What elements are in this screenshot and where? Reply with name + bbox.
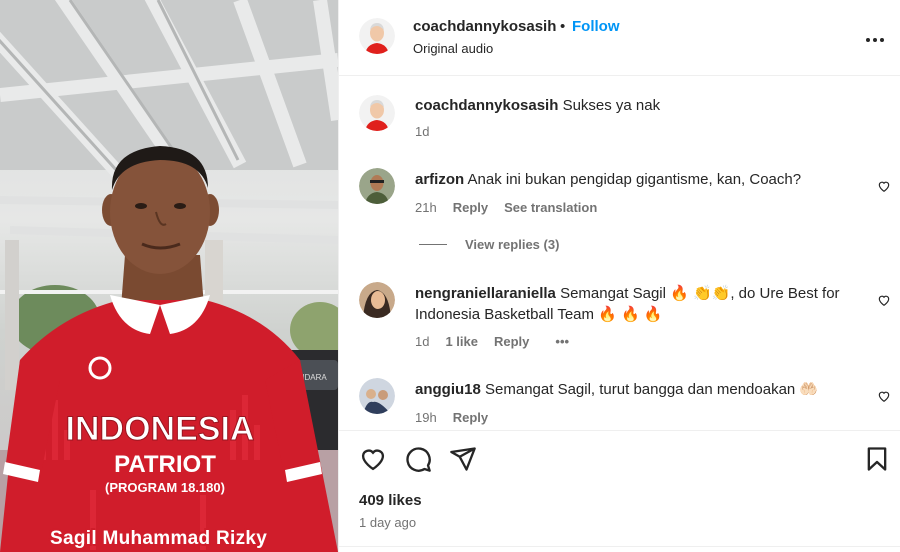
comment-text: arfizon Anak ini bukan pengidap gigantis…: [415, 169, 855, 190]
comment-time[interactable]: 1d: [415, 334, 429, 349]
comment-icon[interactable]: [404, 445, 432, 473]
avatar-image: [359, 168, 395, 204]
bookmark-icon[interactable]: [863, 445, 891, 473]
avatar[interactable]: [359, 168, 395, 204]
divider-line: [419, 244, 447, 245]
follow-button[interactable]: Follow: [572, 18, 620, 35]
comment-time[interactable]: 1d: [415, 124, 429, 139]
post-action-bar: [339, 430, 900, 490]
share-icon[interactable]: [449, 445, 477, 473]
jersey-text-line3: (PROGRAM 18.180): [105, 480, 225, 495]
comment-like-count[interactable]: 1 like: [445, 334, 478, 349]
reply-button[interactable]: Reply: [494, 334, 529, 349]
comment-time[interactable]: 21h: [415, 200, 437, 215]
comment-text: coachdannykosasih Sukses ya nak: [415, 95, 855, 116]
comment-body: Semangat Sagil 🔥 👏👏, do Ure Best for: [560, 285, 840, 302]
avatar-image: [359, 282, 395, 318]
jersey-text-line1: INDONESIA: [66, 410, 255, 448]
comment-username[interactable]: nengraniellaraniella: [415, 285, 556, 302]
comment-text: anggiu18 Semangat Sagil, turut bangga da…: [415, 379, 855, 400]
comment-meta: 21h Reply See translation: [415, 200, 597, 215]
heart-icon[interactable]: [877, 179, 891, 193]
comment-list[interactable]: coachdannykosasih Sukses ya nak 1d arfiz…: [339, 77, 900, 430]
heart-icon[interactable]: [877, 293, 891, 307]
avatar[interactable]: [359, 95, 395, 131]
post-panel: coachdannykosasih • Follow Original audi…: [338, 0, 900, 552]
post-timestamp[interactable]: 1 day ago: [359, 515, 416, 530]
separator-dot: •: [560, 18, 566, 35]
like-heart-icon[interactable]: [359, 445, 387, 473]
view-replies-button[interactable]: View replies (3): [419, 237, 559, 252]
comment-options-button[interactable]: •••: [555, 334, 569, 349]
like-count[interactable]: 409 likes: [359, 492, 422, 509]
avatar[interactable]: [359, 378, 395, 414]
comment-body-line2: Indonesia Basketball Team 🔥 🔥 🔥: [415, 306, 663, 323]
comment-username[interactable]: arfizon: [415, 171, 464, 188]
view-replies-label: View replies (3): [465, 237, 560, 252]
comment-meta: 1d: [415, 124, 429, 139]
more-icon[interactable]: [865, 30, 885, 42]
post-header: coachdannykosasih • Follow Original audi…: [339, 0, 900, 76]
post-author-username[interactable]: coachdannykosasih: [413, 18, 556, 35]
comment-meta: 1d 1 like Reply •••: [415, 334, 569, 349]
jersey-text-line2: PATRIOT: [114, 451, 216, 478]
avatar-image: [359, 18, 395, 54]
avatar-image: [359, 95, 395, 131]
reply-button[interactable]: Reply: [453, 410, 488, 425]
comment-body: Semangat Sagil, turut bangga dan mendoak…: [485, 381, 819, 398]
heart-icon[interactable]: [877, 389, 891, 403]
reply-button[interactable]: Reply: [453, 200, 488, 215]
comment-body: Anak ini bukan pengidap gigantisme, kan,…: [467, 171, 802, 188]
comment-meta: 19h Reply: [415, 410, 488, 425]
see-translation-button[interactable]: See translation: [504, 200, 597, 215]
comment-time[interactable]: 19h: [415, 410, 437, 425]
comment-body: Sukses ya nak: [562, 97, 661, 114]
audio-label[interactable]: Original audio: [413, 41, 493, 56]
avatar-image: [359, 378, 395, 414]
media-illustration: BANDARA INDONESIA PATRIOT (PROGRAM 18.18…: [0, 0, 338, 552]
avatar[interactable]: [359, 282, 395, 318]
video-caption: Sagil Muhammad Rizky: [50, 528, 268, 549]
comment-username[interactable]: anggiu18: [415, 381, 481, 398]
avatar[interactable]: [359, 18, 395, 54]
comment-username[interactable]: coachdannykosasih: [415, 97, 558, 114]
comment-text: nengraniellaraniella Semangat Sagil 🔥 👏👏…: [415, 283, 855, 325]
divider: [339, 546, 900, 547]
post-media[interactable]: BANDARA INDONESIA PATRIOT (PROGRAM 18.18…: [0, 0, 338, 552]
